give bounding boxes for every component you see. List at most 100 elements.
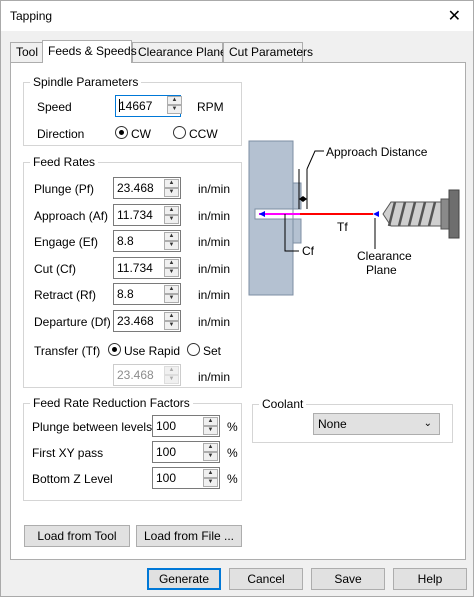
direction-label: Direction (37, 127, 85, 141)
clearance-label-line2: Plane (366, 263, 397, 277)
set-label[interactable]: Set (203, 344, 221, 358)
tapping-dialog: Tapping ✕ Tool Feeds & Speeds Clearance … (0, 0, 474, 597)
transfer-down-arrow-icon: ▼ (164, 375, 179, 384)
tab-feeds-speeds[interactable]: Feeds & Speeds (42, 40, 137, 63)
feed-rates-title: Feed Rates (30, 155, 99, 169)
departure-feed-value: 23.468 (117, 313, 154, 328)
cut-feed-input[interactable]: 11.734 ▲ ▼ (113, 256, 181, 279)
help-button[interactable]: Help (393, 568, 467, 590)
coolant-group: Coolant None ⌄ (252, 397, 453, 443)
departure-feed-label: Departure (Df) (34, 314, 111, 329)
feed-rates-group: Feed Rates Plunge (Pf) 23.468 ▲ ▼ in/min Appr… (23, 155, 242, 388)
engage-feed-up-arrow-icon[interactable]: ▲ (164, 232, 179, 241)
approach-feed-down-arrow-icon[interactable]: ▼ (164, 214, 179, 224)
tab-tool[interactable]: Tool (10, 42, 43, 62)
bottom-z-level-unit: % (227, 472, 238, 486)
ccw-label[interactable]: CCW (189, 127, 218, 141)
ccw-radio[interactable] (173, 126, 186, 139)
tapping-diagram: Approach Distance Tf Cf Clearance Plane (248, 140, 460, 296)
retract-feed-unit: in/min (198, 288, 231, 302)
generate-button[interactable]: Generate (147, 568, 221, 590)
engage-feed-unit: in/min (198, 235, 231, 249)
approach-feed-value: 11.734 (117, 207, 153, 222)
first-xy-pass-label: First XY pass (32, 446, 104, 460)
save-button[interactable]: Save (311, 568, 385, 590)
chevron-down-icon: ⌄ (423, 418, 432, 429)
bottom-z-level-up-arrow-icon[interactable]: ▲ (203, 469, 218, 478)
cf-label: Cf (302, 244, 315, 258)
approach-feed-unit: in/min (198, 208, 231, 223)
plunge-between-levels-up-arrow-icon[interactable]: ▲ (203, 417, 218, 426)
approach-feed-input[interactable]: 11.734 ▲ ▼ (113, 203, 181, 226)
set-radio[interactable] (187, 343, 200, 356)
plunge-feed-label: Plunge (Pf) (34, 182, 95, 196)
first-xy-pass-down-arrow-icon[interactable]: ▼ (203, 452, 218, 461)
plunge-feed-up-arrow-icon[interactable]: ▲ (164, 179, 179, 188)
plunge-between-levels-unit: % (227, 420, 238, 434)
cancel-button[interactable]: Cancel (229, 568, 303, 590)
tab-cut-parameters[interactable]: Cut Parameters (223, 42, 313, 62)
plunge-between-levels-down-arrow-icon[interactable]: ▼ (203, 426, 218, 435)
feed-rate-reduction-title: Feed Rate Reduction Factors (30, 396, 193, 410)
plunge-between-levels-label: Plunge between levels (32, 420, 153, 434)
first-xy-pass-up-arrow-icon[interactable]: ▲ (203, 443, 218, 452)
retract-feed-up-arrow-icon[interactable]: ▲ (164, 285, 179, 294)
engage-feed-input[interactable]: 8.8 ▲ ▼ (113, 230, 181, 252)
coolant-select[interactable]: None ⌄ (313, 413, 440, 435)
use-rapid-label[interactable]: Use Rapid (124, 344, 180, 358)
departure-feed-input[interactable]: 23.468 ▲ ▼ (113, 309, 181, 332)
approach-distance-label: Approach Distance (326, 145, 428, 159)
clearance-label-line1: Clearance (357, 249, 412, 263)
retract-feed-input[interactable]: 8.8 ▲ ▼ (113, 283, 181, 305)
transfer-feed-input: 23.468 ▲ ▼ (113, 364, 181, 386)
cut-feed-unit: in/min (198, 261, 231, 276)
speed-value: 14667 (119, 99, 153, 113)
plunge-between-levels-value: 100 (156, 419, 177, 433)
bottom-z-level-label: Bottom Z Level (32, 472, 113, 486)
speed-spinner[interactable]: ▲ ▼ (165, 95, 182, 117)
first-xy-pass-value: 100 (156, 445, 177, 459)
engage-feed-down-arrow-icon[interactable]: ▼ (164, 241, 179, 250)
window-title: Tapping (10, 9, 53, 23)
engage-feed-value: 8.8 (117, 234, 134, 248)
bottom-z-level-input[interactable]: 100 ▲ ▼ (152, 467, 220, 489)
close-icon[interactable]: ✕ (448, 6, 461, 26)
bottom-z-level-down-arrow-icon[interactable]: ▼ (203, 478, 218, 487)
retract-feed-down-arrow-icon[interactable]: ▼ (164, 294, 179, 303)
speed-down-arrow-icon[interactable]: ▼ (167, 105, 182, 114)
retract-feed-value: 8.8 (117, 287, 134, 301)
speed-up-arrow-icon[interactable]: ▲ (167, 96, 182, 105)
cw-radio[interactable] (115, 126, 128, 139)
load-from-tool-button[interactable]: Load from Tool (24, 525, 130, 547)
first-xy-pass-input[interactable]: 100 ▲ ▼ (152, 441, 220, 463)
cw-label[interactable]: CW (131, 127, 151, 141)
spindle-parameters-title: Spindle Parameters (30, 75, 142, 89)
retract-feed-label: Retract (Rf) (34, 288, 97, 302)
speed-unit: RPM (197, 100, 224, 114)
transfer-label: Transfer (Tf) (34, 344, 101, 358)
departure-feed-up-arrow-icon[interactable]: ▲ (164, 311, 179, 321)
engage-feed-label: Engage (Ef) (34, 235, 99, 249)
plunge-feed-down-arrow-icon[interactable]: ▼ (164, 188, 179, 197)
approach-feed-label: Approach (Af) (34, 208, 109, 223)
feed-rate-reduction-group: Feed Rate Reduction Factors Plunge betwe… (23, 396, 242, 501)
use-rapid-radio[interactable] (108, 343, 121, 356)
transfer-feed-value: 23.468 (117, 368, 154, 382)
cut-feed-down-arrow-icon[interactable]: ▼ (164, 267, 179, 277)
cut-feed-value: 11.734 (117, 260, 153, 275)
first-xy-pass-unit: % (227, 446, 238, 460)
cut-feed-up-arrow-icon[interactable]: ▲ (164, 258, 179, 268)
load-from-file-button[interactable]: Load from File ... (136, 525, 242, 547)
plunge-feed-value: 23.468 (117, 181, 154, 195)
tab-clearance-plane[interactable]: Clearance Plane (132, 42, 227, 62)
approach-feed-up-arrow-icon[interactable]: ▲ (164, 205, 179, 215)
tap-tool-icon (382, 189, 460, 239)
transfer-unit: in/min (198, 370, 231, 384)
departure-feed-down-arrow-icon[interactable]: ▼ (164, 320, 179, 330)
bottom-z-level-value: 100 (156, 471, 177, 485)
cut-feed-label: Cut (Cf) (34, 261, 76, 276)
plunge-feed-input[interactable]: 23.468 ▲ ▼ (113, 177, 181, 199)
coolant-title: Coolant (259, 397, 307, 411)
plunge-between-levels-input[interactable]: 100 ▲ ▼ (152, 415, 220, 437)
title-bar: Tapping ✕ (1, 1, 473, 31)
